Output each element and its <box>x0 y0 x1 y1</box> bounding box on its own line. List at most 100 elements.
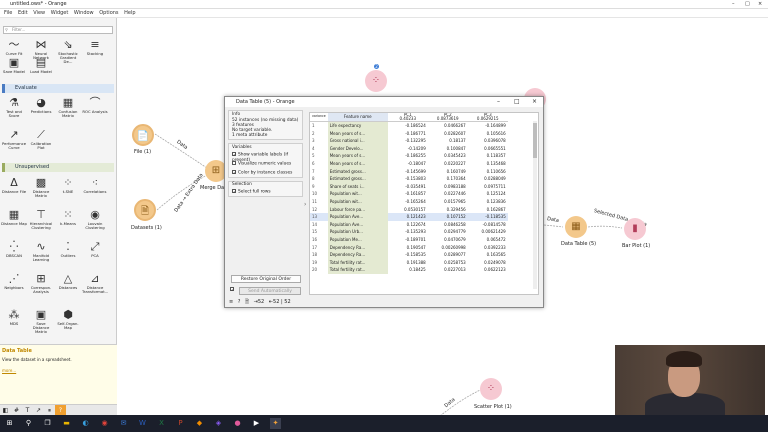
scrollbar-thumb[interactable] <box>533 123 537 158</box>
menu-icon[interactable]: ≡ <box>229 299 233 305</box>
table-row[interactable]: 19 Total fertility rat... 0.191388 0.025875… <box>310 258 508 267</box>
pc-value-cell[interactable]: 0.0220227 <box>428 160 468 168</box>
dialog-close-icon[interactable]: × <box>532 97 537 107</box>
table-scrollbar[interactable] <box>533 121 537 289</box>
row-index[interactable]: 9 <box>310 183 328 191</box>
pc-value-cell[interactable]: 0.0392233 <box>468 244 508 252</box>
file-explorer-icon[interactable]: ▬ <box>61 418 72 429</box>
pc-value-cell[interactable]: 0.0227013 <box>428 266 468 274</box>
feature-name-cell[interactable]: Labour force pa... <box>327 205 388 214</box>
table-row[interactable]: 18 Dependency Ra... -0.158535 0.0289077 0.16… <box>310 251 508 259</box>
table-row[interactable]: 16 Population Me... -0.189701 0.0470679 0.06… <box>310 235 508 244</box>
pc-value-cell[interactable]: 0.118357 <box>468 152 508 160</box>
excel-icon[interactable]: X <box>156 418 167 429</box>
table-row[interactable]: 2 Mean years of s... -0.186771 0.0282607 0.1… <box>310 129 508 138</box>
pc-value-cell[interactable]: 0.0288049 <box>468 175 508 183</box>
feature-name-cell[interactable]: Mean years of s... <box>327 129 388 138</box>
app-icon-2[interactable]: ◈ <box>213 418 224 429</box>
pc-value-cell[interactable]: 0.0530157 <box>388 206 428 214</box>
pc-value-cell[interactable]: -0.135293 <box>388 228 428 236</box>
pc-value-cell[interactable]: 0.110656 <box>468 168 508 176</box>
splitter-arrow-icon[interactable]: › <box>304 201 306 208</box>
feature-name-cell[interactable]: Population wit... <box>327 190 388 198</box>
feature-name-cell[interactable]: Population Ave... <box>327 213 388 221</box>
restore-original-order-button[interactable]: Restore Original Order <box>231 275 301 283</box>
pc-value-cell[interactable]: 0.135468 <box>468 160 508 168</box>
powerpoint-icon[interactable]: P <box>175 418 186 429</box>
send-automatically-checkbox[interactable]: ✓ <box>230 287 236 293</box>
pc-value-cell[interactable]: 0.0157965 <box>428 198 468 206</box>
row-index[interactable]: 5 <box>310 152 328 160</box>
row-index[interactable]: 8 <box>310 175 328 183</box>
pc-value-cell[interactable]: 0.0470679 <box>428 236 468 244</box>
node-pca[interactable]: ⁘ <box>365 70 387 92</box>
pc-value-cell[interactable]: 0.170364 <box>428 175 468 183</box>
table-row[interactable]: 5 Mean years of s... -0.186255 0.0345423 0.1… <box>310 152 508 160</box>
feature-name-cell[interactable]: Mean years of s... <box>327 159 388 168</box>
pc-value-cell[interactable]: 0.0665551 <box>468 145 508 153</box>
row-index[interactable]: 10 <box>310 190 328 198</box>
node-scatter-plot[interactable]: ⁘ <box>480 378 502 400</box>
table-row[interactable]: 3 Gross national i... -0.132295 0.18137 0.03… <box>310 137 508 145</box>
pc-value-cell[interactable]: -0.186524 <box>388 122 428 130</box>
table-row[interactable]: 8 Estimated gross... -0.153803 0.170364 0.02… <box>310 175 508 183</box>
row-index[interactable]: 12 <box>310 206 328 214</box>
taskbar-search-icon[interactable]: ⚲ <box>23 418 34 429</box>
node-data-table[interactable]: ▦ <box>565 216 587 238</box>
pc-value-cell[interactable]: 0.0227446 <box>428 190 468 198</box>
column-header-pc2[interactable]: PC2 0.0873619 <box>427 113 468 122</box>
app-icon[interactable]: ◆ <box>194 418 205 429</box>
pc-value-cell[interactable]: 0.107152 <box>428 213 468 221</box>
pc-value-cell[interactable]: -0.145699 <box>388 168 428 176</box>
edge-icon[interactable]: ◐ <box>80 418 91 429</box>
row-index[interactable]: 11 <box>310 198 328 206</box>
table-row[interactable]: 17 Dependency Ra... 0.190547 0.00260998 0.03… <box>310 243 508 252</box>
table-row[interactable]: 13 Population Ave... 0.121423 0.107152 -0.11… <box>310 213 508 221</box>
table-row[interactable]: 14 Population Ave... 0.122674 0.0846258 -0.0… <box>310 220 508 229</box>
feature-name-cell[interactable]: Estimated gross... <box>327 175 388 183</box>
table-row[interactable]: 9 Share of seats i... -0.035491 0.0983188 0.… <box>310 182 508 191</box>
pc-value-cell[interactable]: 0.0622123 <box>468 266 508 274</box>
word-icon[interactable]: W <box>137 418 148 429</box>
data-table[interactable]: variance Feature name PC1 0.40233 PC2 0.08… <box>309 112 539 295</box>
feature-name-cell[interactable]: Mean years of s... <box>327 152 388 160</box>
pc-value-cell[interactable]: 0.0975711 <box>468 183 508 191</box>
node-bar-plot[interactable]: ▮ <box>624 218 646 240</box>
orange-app-icon[interactable]: ✦ <box>270 418 281 429</box>
pc-value-cell[interactable]: 0.100847 <box>428 145 468 153</box>
send-automatically-button[interactable]: Send Automatically <box>239 287 301 295</box>
row-index[interactable]: 18 <box>310 251 328 259</box>
task-view-icon[interactable]: ❐ <box>42 418 53 429</box>
table-row[interactable]: 4 Gender Develo... -0.14209 0.100847 0.06655… <box>310 144 508 153</box>
row-index[interactable]: 14 <box>310 221 328 229</box>
pc-value-cell[interactable]: 0.0289077 <box>428 251 468 259</box>
feature-name-cell[interactable]: Population wit... <box>327 197 388 206</box>
start-icon[interactable]: ⊞ <box>4 418 15 429</box>
pc-value-cell[interactable]: 0.00621429 <box>468 228 508 236</box>
pc-value-cell[interactable]: 0.162867 <box>468 206 508 214</box>
row-index[interactable]: 13 <box>310 213 328 221</box>
pc-value-cell[interactable]: 0.329456 <box>428 206 468 214</box>
pc-value-cell[interactable]: -0.189701 <box>388 236 428 244</box>
table-row[interactable]: 15 Population Urb... -0.135293 0.0294779 0.0… <box>310 228 508 236</box>
pc-value-cell[interactable]: 0.18137 <box>428 137 468 145</box>
row-index[interactable]: 7 <box>310 168 328 176</box>
pc-value-cell[interactable]: -0.165264 <box>388 198 428 206</box>
pc-value-cell[interactable]: 0.105616 <box>468 130 508 138</box>
feature-name-cell[interactable]: Total fertility rat... <box>327 266 388 274</box>
row-index[interactable]: 20 <box>310 266 328 274</box>
node-datasets[interactable]: 🗎 <box>134 199 156 221</box>
pc-value-cell[interactable]: 0.160749 <box>428 168 468 176</box>
feature-name-cell[interactable]: Gender Develo... <box>327 144 388 153</box>
table-row[interactable]: 20 Total fertility rat... 0.18425 0.0227013… <box>310 266 508 274</box>
pc-value-cell[interactable]: 0.0249078 <box>468 259 508 267</box>
pc-value-cell[interactable]: 0.121423 <box>388 213 428 221</box>
color-by-class-checkbox[interactable]: ✓ Color by instance classes <box>232 170 292 176</box>
row-index[interactable]: 16 <box>310 236 328 244</box>
column-header-pc3[interactable]: PC3 0.0629215 <box>467 113 508 122</box>
pc-value-cell[interactable]: -0.153803 <box>388 175 428 183</box>
row-index[interactable]: 4 <box>310 145 328 153</box>
pc-value-cell[interactable]: -0.164899 <box>468 122 508 130</box>
row-index[interactable]: 6 <box>310 160 328 168</box>
pc-value-cell[interactable]: 0.0345423 <box>428 152 468 160</box>
